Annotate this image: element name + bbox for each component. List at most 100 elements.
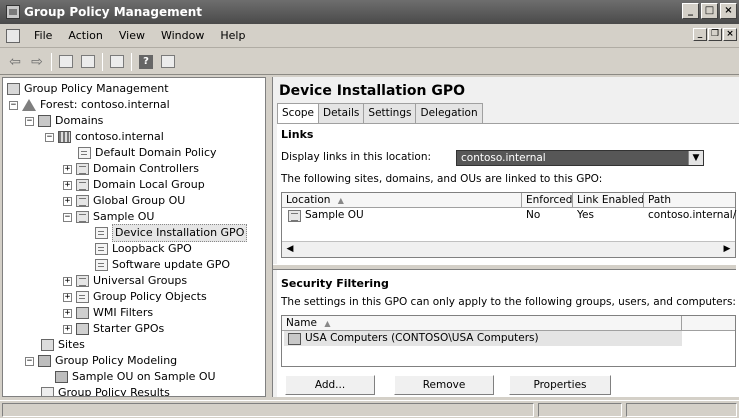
status-panel bbox=[538, 403, 622, 417]
child-restore-button[interactable]: ❐ bbox=[708, 28, 722, 41]
column-path[interactable]: Path bbox=[644, 193, 737, 208]
expand-icon[interactable]: + bbox=[63, 324, 72, 334]
refresh-icon[interactable] bbox=[106, 52, 128, 72]
expand-icon[interactable]: + bbox=[63, 196, 72, 206]
forest-icon bbox=[22, 99, 36, 111]
document-icon[interactable] bbox=[6, 28, 20, 43]
window-title: Group Policy Management bbox=[24, 5, 203, 19]
maximize-button[interactable]: □ bbox=[701, 3, 718, 19]
back-arrow-icon[interactable]: ⇦ bbox=[4, 52, 26, 72]
tree-item-group-policy-results[interactable]: Group Policy Results bbox=[41, 385, 170, 396]
tab-settings[interactable]: Settings bbox=[363, 103, 417, 123]
gpmc-app-icon bbox=[6, 5, 20, 19]
expand-icon[interactable]: + bbox=[63, 292, 72, 302]
status-panel bbox=[2, 403, 534, 417]
console-tree[interactable]: Group Policy Management − Forest: contos… bbox=[2, 77, 266, 397]
domains-icon bbox=[38, 115, 51, 127]
table-row[interactable]: USA Computers (CONTOSO\USA Computers) bbox=[284, 331, 682, 346]
cell-enforced: No bbox=[526, 209, 541, 221]
tab-details[interactable]: Details bbox=[318, 103, 365, 123]
tab-scope[interactable]: Scope bbox=[277, 103, 319, 124]
column-link-enabled[interactable]: Link Enabled bbox=[573, 193, 644, 208]
collapse-icon[interactable]: − bbox=[45, 132, 54, 142]
title-bar: Group Policy Management _ □ × bbox=[0, 0, 739, 24]
expand-icon[interactable]: + bbox=[63, 308, 72, 318]
collapse-icon[interactable]: − bbox=[25, 356, 34, 366]
show-hide-tree-icon[interactable] bbox=[77, 52, 99, 72]
up-folder-icon[interactable] bbox=[55, 52, 77, 72]
tree-item-group-policy-modeling[interactable]: − Group Policy Modeling bbox=[25, 353, 177, 369]
tree-item-gpm-root[interactable]: Group Policy Management bbox=[7, 81, 169, 97]
tree-item-modeling-result[interactable]: Sample OU on Sample OU bbox=[55, 369, 216, 385]
properties-icon[interactable] bbox=[157, 52, 179, 72]
tree-item-sites[interactable]: Sites bbox=[41, 337, 85, 353]
security-table-header: Name ▲ bbox=[282, 316, 735, 331]
column-location[interactable]: Location ▲ bbox=[282, 193, 522, 208]
cell-location: Sample OU bbox=[284, 208, 522, 223]
add-button[interactable]: Add... bbox=[285, 375, 375, 395]
gpmc-icon bbox=[7, 83, 20, 95]
remove-button[interactable]: Remove bbox=[394, 375, 494, 395]
tree-item-domain-local-group[interactable]: + Domain Local Group bbox=[63, 177, 205, 193]
child-minimize-button[interactable]: _ bbox=[693, 28, 707, 41]
gpo-title: Device Installation GPO bbox=[279, 83, 466, 99]
close-button[interactable]: × bbox=[720, 3, 737, 19]
tree-item-default-domain-policy[interactable]: Default Domain Policy bbox=[78, 145, 217, 161]
menu-file[interactable]: File bbox=[26, 29, 60, 42]
tree-item-software-update-gpo[interactable]: Software update GPO bbox=[95, 257, 230, 273]
tree-item-universal-groups[interactable]: + Universal Groups bbox=[63, 273, 187, 289]
location-dropdown[interactable]: contoso.internal ▼ bbox=[456, 150, 704, 166]
tree-item-domain[interactable]: − contoso.internal bbox=[45, 129, 164, 145]
details-pane: Device Installation GPO Scope Details Se… bbox=[272, 77, 739, 397]
collapse-icon[interactable]: − bbox=[63, 212, 72, 222]
results-icon bbox=[41, 387, 54, 396]
tree-item-group-policy-objects[interactable]: + Group Policy Objects bbox=[63, 289, 207, 305]
tree-item-loopback-gpo[interactable]: Loopback GPO bbox=[95, 241, 192, 257]
links-table-header: Location ▲ Enforced Link Enabled Path bbox=[282, 193, 735, 208]
wmi-filter-icon bbox=[76, 307, 89, 319]
security-filtering-table[interactable]: Name ▲ USA Computers (CONTOSO\USA Comput… bbox=[281, 315, 736, 367]
tree-item-domains[interactable]: − Domains bbox=[25, 113, 103, 129]
ou-icon bbox=[76, 163, 89, 175]
column-name[interactable]: Name ▲ bbox=[282, 316, 682, 331]
tree-item-domain-controllers[interactable]: + Domain Controllers bbox=[63, 161, 199, 177]
gpo-link-icon bbox=[95, 227, 108, 239]
tree-item-wmi-filters[interactable]: + WMI Filters bbox=[63, 305, 153, 321]
ou-icon bbox=[76, 211, 89, 223]
menu-window[interactable]: Window bbox=[153, 29, 212, 42]
tree-item-global-group-ou[interactable]: + Global Group OU bbox=[63, 193, 185, 209]
collapse-icon[interactable]: − bbox=[9, 100, 18, 110]
toolbar-separator bbox=[102, 52, 103, 71]
window-controls: _ □ × bbox=[682, 3, 739, 19]
status-panel bbox=[626, 403, 737, 417]
properties-button[interactable]: Properties bbox=[509, 375, 611, 395]
tree-item-device-installation-gpo[interactable]: Device Installation GPO bbox=[95, 224, 248, 242]
child-close-button[interactable]: × bbox=[723, 28, 737, 41]
help-icon[interactable]: ? bbox=[135, 52, 157, 72]
menu-help[interactable]: Help bbox=[212, 29, 253, 42]
dropdown-arrow-icon[interactable]: ▼ bbox=[688, 151, 703, 165]
links-heading: Links bbox=[281, 128, 314, 141]
minimize-button[interactable]: _ bbox=[682, 3, 699, 19]
collapse-icon[interactable]: − bbox=[25, 116, 34, 126]
pane-splitter[interactable] bbox=[273, 264, 736, 270]
ou-icon bbox=[76, 275, 89, 287]
scroll-left-icon[interactable]: ◀ bbox=[282, 242, 298, 257]
expand-icon[interactable]: + bbox=[63, 276, 72, 286]
horizontal-scrollbar[interactable]: ◀ ▶ bbox=[282, 241, 735, 257]
links-table[interactable]: Location ▲ Enforced Link Enabled Path Sa… bbox=[281, 192, 736, 258]
tab-delegation[interactable]: Delegation bbox=[415, 103, 483, 123]
tree-item-forest[interactable]: − Forest: contoso.internal bbox=[9, 97, 170, 113]
menu-view[interactable]: View bbox=[111, 29, 153, 42]
tree-item-sample-ou[interactable]: − Sample OU bbox=[63, 209, 154, 225]
menu-bar: File Action View Window Help _ ❐ × bbox=[0, 24, 739, 48]
expand-icon[interactable]: + bbox=[63, 164, 72, 174]
toolbar-separator bbox=[51, 52, 52, 71]
menu-action[interactable]: Action bbox=[60, 29, 110, 42]
scroll-right-icon[interactable]: ▶ bbox=[719, 242, 735, 257]
expand-icon[interactable]: + bbox=[63, 180, 72, 190]
forward-arrow-icon[interactable]: ⇨ bbox=[26, 52, 48, 72]
tree-item-starter-gpos[interactable]: + Starter GPOs bbox=[63, 321, 164, 337]
cell-path: contoso.internal/ bbox=[648, 209, 737, 221]
column-enforced[interactable]: Enforced bbox=[522, 193, 573, 208]
